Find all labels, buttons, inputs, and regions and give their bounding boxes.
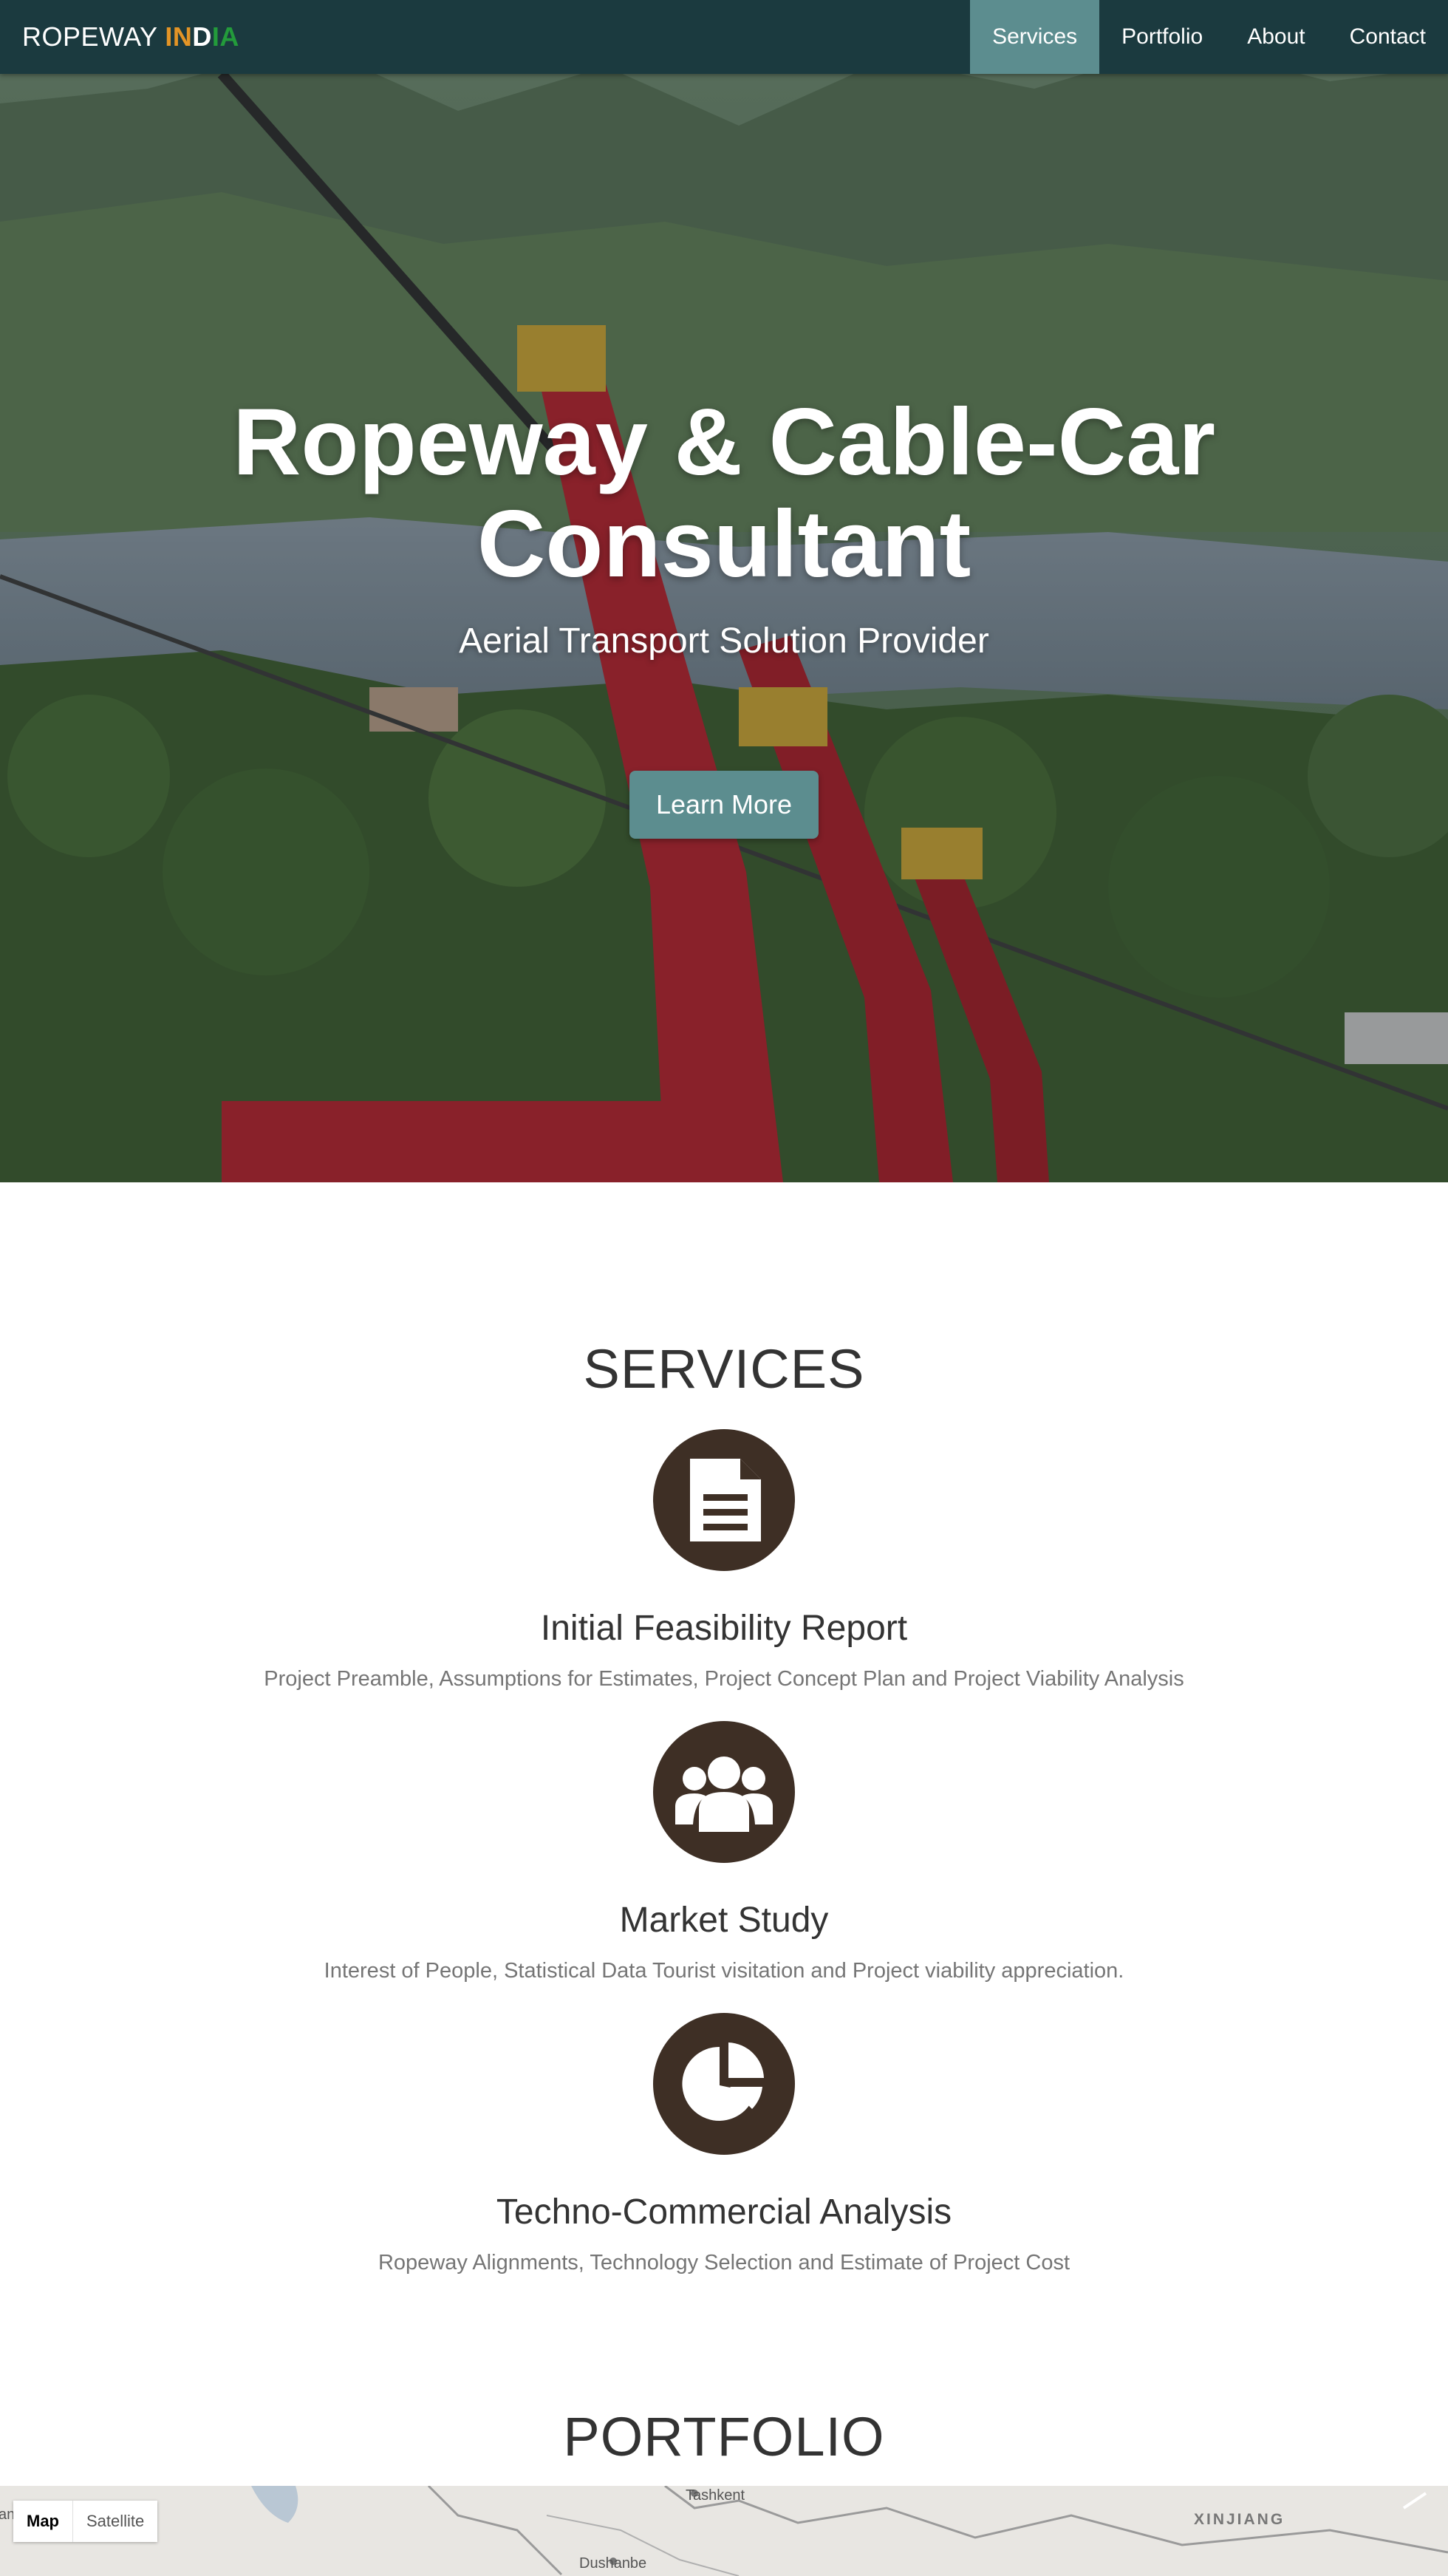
map-type-satellite-button[interactable]: Satellite: [73, 2501, 157, 2542]
hero-title-line1: Ropeway & Cable-Car: [232, 389, 1216, 495]
nav-item-about[interactable]: About: [1225, 0, 1327, 74]
pie-chart-icon: [682, 2042, 764, 2121]
services-heading: SERVICES: [583, 1338, 865, 1400]
service-description: Ropeway Alignments, Technology Selection…: [378, 2251, 1070, 2275]
navbar: ROPEWAY INDIA Services Portfolio About C…: [0, 0, 1448, 74]
nav-menu: Services Portfolio About Contact: [970, 0, 1448, 74]
learn-more-button[interactable]: Learn More: [629, 771, 819, 839]
service-icon-circle: [653, 1429, 795, 1571]
hero-section: Ropeway & Cable-Car Consultant Aerial Tr…: [0, 0, 1448, 1182]
map-type-map-button[interactable]: Map: [13, 2501, 73, 2542]
service-description: Project Preamble, Assumptions for Estima…: [264, 1667, 1184, 1691]
brand-part-1: IN: [165, 21, 193, 52]
document-icon: [690, 1459, 761, 1541]
map-label-city: Dushanbe: [579, 2555, 647, 2572]
hero-subtitle: Aerial Transport Solution Provider: [459, 621, 989, 661]
nav-item-contact[interactable]: Contact: [1328, 0, 1448, 74]
hero-title-line2: Consultant: [477, 491, 971, 597]
map-type-toggle: Map Satellite: [13, 2501, 158, 2542]
users-icon: [675, 1756, 773, 1832]
service-icon-circle: [653, 2013, 795, 2155]
hero-title: Ropeway & Cable-Car Consultant: [0, 392, 1448, 596]
brand-part-2: D: [192, 21, 212, 52]
brand-logo[interactable]: ROPEWAY INDIA: [22, 0, 239, 74]
nav-item-portfolio[interactable]: Portfolio: [1099, 0, 1225, 74]
brand-part-3: IA: [211, 21, 239, 52]
service-description: Interest of People, Statistical Data Tou…: [324, 1959, 1124, 1983]
service-title: Market Study: [619, 1901, 829, 1940]
map-label-city: Tashkent: [686, 2487, 745, 2504]
service-title: Initial Feasibility Report: [540, 1609, 908, 1648]
service-title: Techno-Commercial Analysis: [496, 2192, 952, 2232]
service-icon-circle: [653, 1721, 795, 1863]
portfolio-heading: PORTFOLIO: [563, 2406, 885, 2467]
nav-item-services[interactable]: Services: [970, 0, 1100, 74]
map-label-region: XINJIANG: [1194, 2511, 1285, 2528]
portfolio-map[interactable]: an Tashkent Dushanbe XINJIANG Map Satell…: [0, 2486, 1448, 2576]
brand-prefix: ROPEWAY: [22, 21, 165, 52]
